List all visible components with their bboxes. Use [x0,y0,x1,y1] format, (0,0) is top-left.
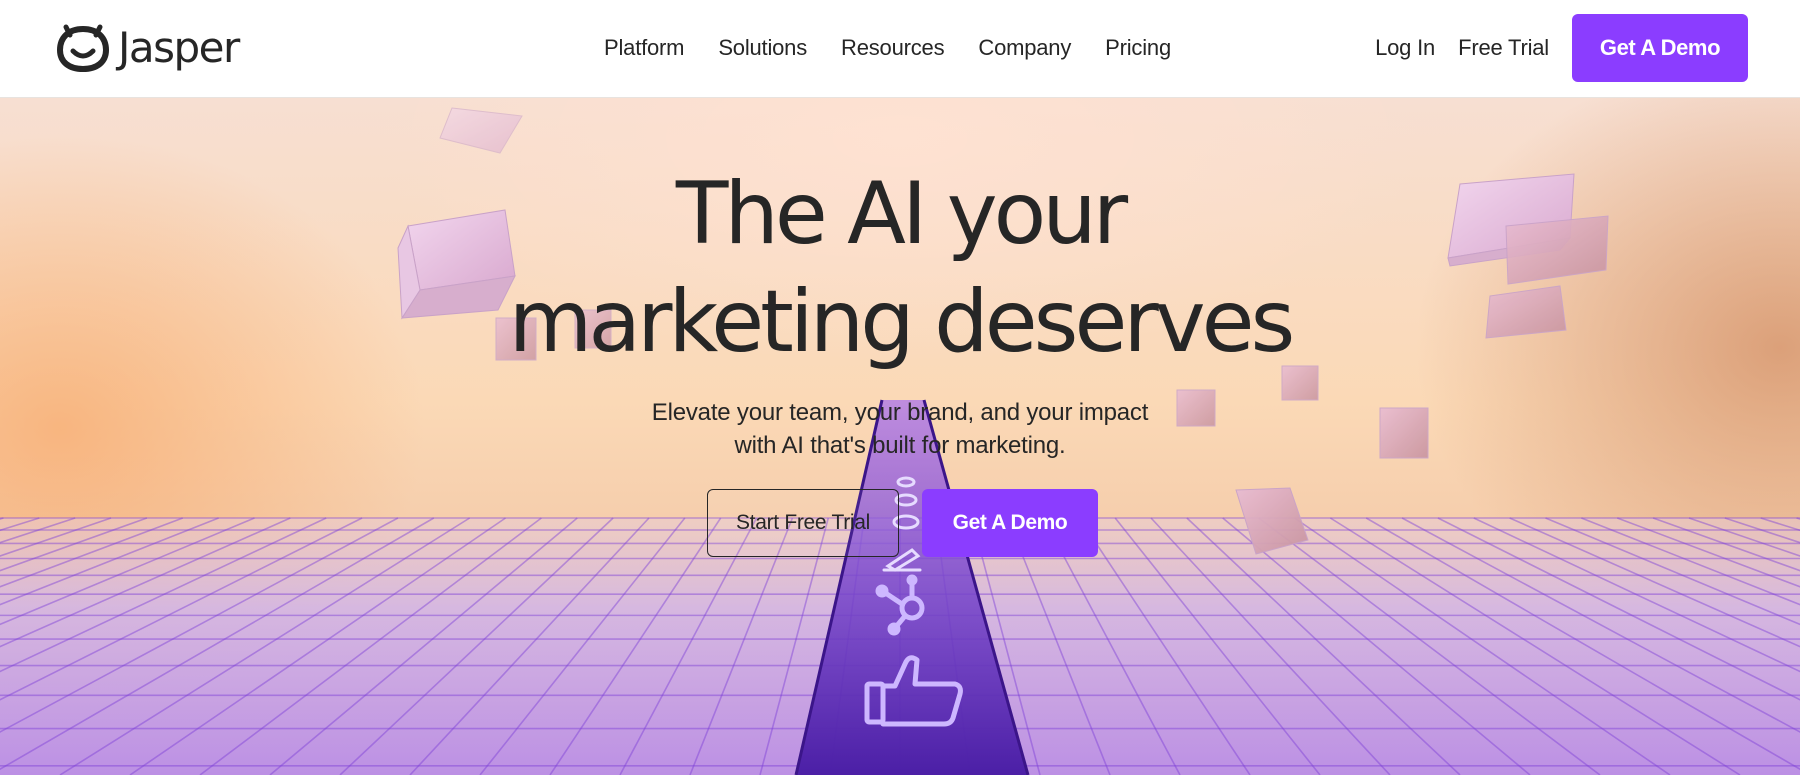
free-trial-link[interactable]: Free Trial [1458,35,1549,61]
hero-subtitle-line-1: Elevate your team, your brand, and your … [651,399,1149,426]
hero-subtitle: Elevate your team, your brand, and your … [0,396,1800,462]
login-link[interactable]: Log In [1375,35,1435,61]
hero-title: The AI your marketing deserves [0,160,1800,376]
hero-demo-button[interactable]: Get A Demo [922,489,1098,557]
site-header: Jasper Platform Solutions Resources Comp… [0,0,1800,98]
nav-item-solutions[interactable]: Solutions [718,31,807,65]
hero-title-line-1: The AI your [675,164,1128,264]
header-actions: Log In Free Trial Get A Demo [1375,14,1748,82]
header-demo-button[interactable]: Get A Demo [1572,14,1748,82]
nav-item-company[interactable]: Company [978,31,1071,65]
brand-name: Jasper [118,23,240,72]
main-nav: Platform Solutions Resources Company Pri… [604,31,1171,65]
start-free-trial-button[interactable]: Start Free Trial [707,489,899,557]
hero-section: The AI your marketing deserves Elevate y… [0,98,1800,775]
jasper-face-logo-icon [57,24,109,72]
hero-title-line-2: marketing deserves [508,272,1296,372]
nav-item-pricing[interactable]: Pricing [1105,31,1171,65]
nav-item-resources[interactable]: Resources [841,31,945,65]
hero-subtitle-line-2: with AI that's built for marketing. [734,432,1066,459]
nav-item-platform[interactable]: Platform [604,31,685,65]
jasper-logo[interactable]: Jasper [56,20,240,76]
